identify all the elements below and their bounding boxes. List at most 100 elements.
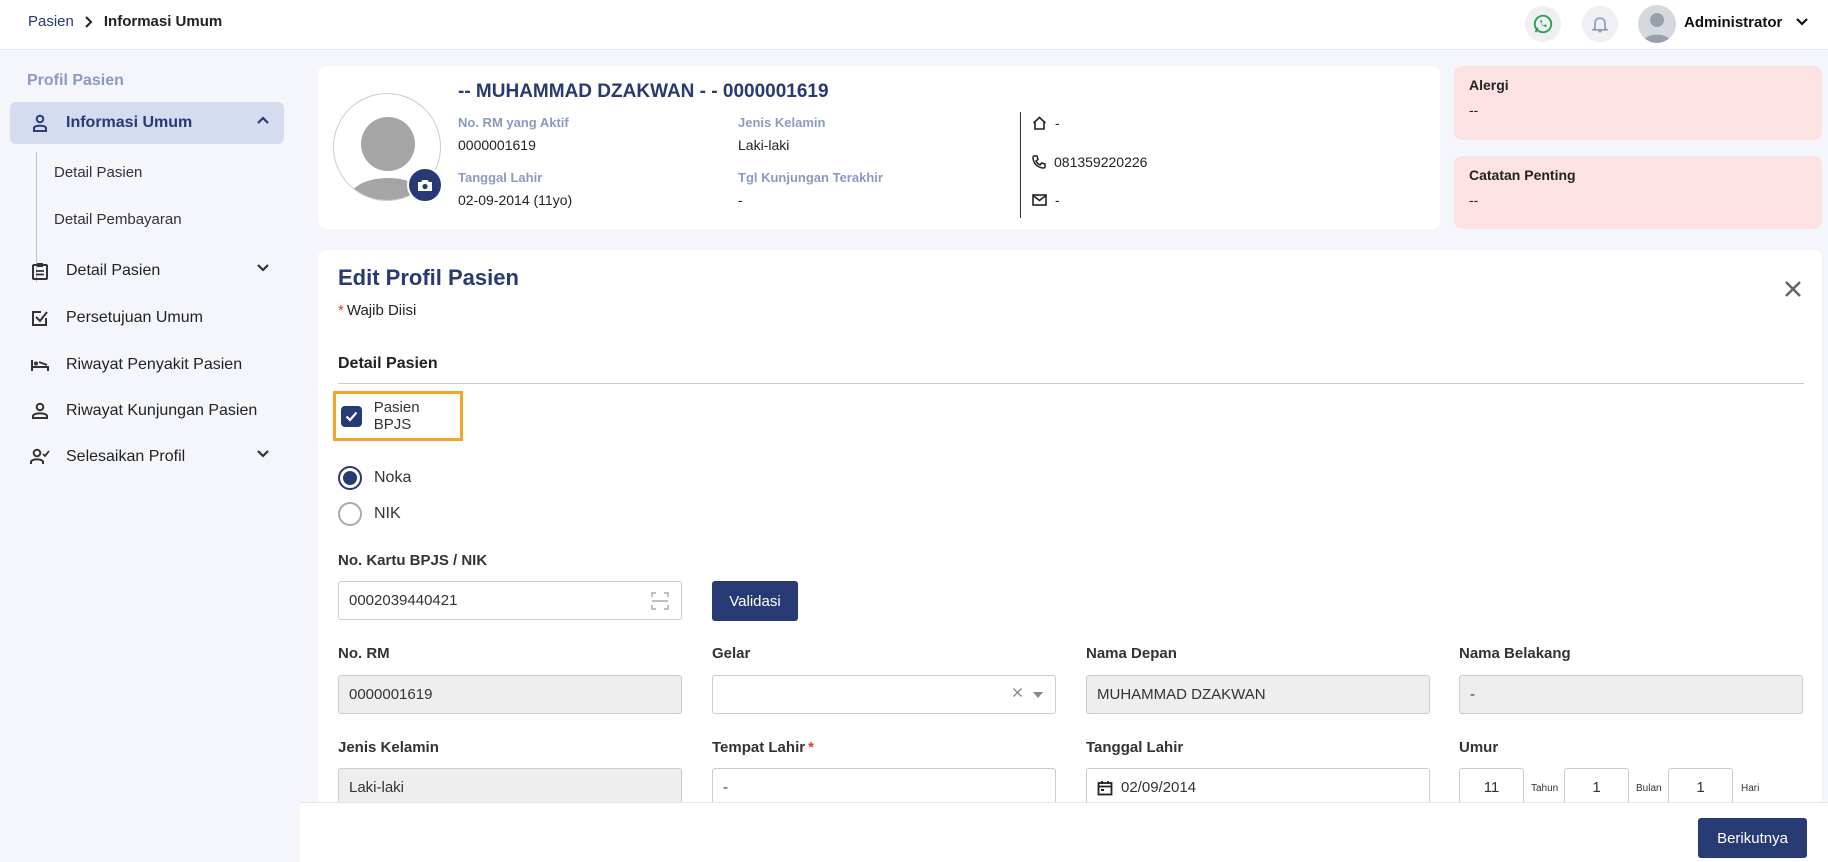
chevron-down-icon[interactable] [256,263,270,273]
sidebar-subitem-detail-pasien[interactable]: Detail Pasien [54,164,142,181]
section-divider [338,383,1804,384]
chevron-up-icon[interactable] [256,115,270,125]
required-note: * Wajib Diisi [338,302,417,319]
age-months-unit: Bulan [1636,783,1662,794]
card-number-input[interactable]: 0002039440421 [338,581,682,620]
first-name-value: MUHAMMAD DZAKWAN [1097,686,1266,703]
gender-label: Jenis Kelamin [338,739,439,756]
last-visit-value: - [738,192,743,208]
notes-value: -- [1469,192,1479,208]
sidebar-item-selesaikan-profil[interactable]: Selesaikan Profil [10,436,284,478]
allergy-value: -- [1469,102,1479,118]
card-number-label: No. Kartu BPJS / NIK [338,552,488,569]
dob-label: Tanggal Lahir [458,170,543,185]
notification-button[interactable] [1582,6,1618,42]
dob-value: 02-09-2014 (11yo) [458,192,573,208]
notes-title: Catatan Penting [1469,167,1576,183]
change-photo-button[interactable] [407,167,443,203]
first-name-input[interactable]: MUHAMMAD DZAKWAN [1086,675,1430,714]
person-icon [30,113,50,133]
person-check-icon [30,447,50,467]
bell-icon [1590,14,1610,34]
last-name-label: Nama Belakang [1459,645,1571,662]
rm-input-value: 0000001619 [349,686,433,703]
bed-icon [30,355,50,375]
section-title: Detail Pasien [338,355,438,372]
radio-label: Noka [374,469,412,486]
rm-input[interactable]: 0000001619 [338,675,682,714]
age-years-unit: Tahun [1531,783,1559,794]
radio-label: NIK [374,505,401,522]
next-button[interactable]: Berikutnya [1698,818,1807,858]
sidebar-item-informasi-umum[interactable]: Informasi Umum [10,102,284,144]
scan-icon[interactable] [651,592,669,610]
important-notes-panel: Catatan Penting -- [1454,156,1822,229]
user-name[interactable]: Administrator [1684,14,1782,31]
title-select[interactable] [712,675,1056,714]
sidebar-title: Profil Pasien [27,72,124,89]
sidebar-item-label: Detail Pasien [66,262,161,279]
sidebar-item-label: Riwayat Kunjungan Pasien [66,402,258,419]
last-name-value: - [1470,686,1475,703]
bpjs-checkbox[interactable] [341,405,362,427]
birthplace-value: - [723,779,728,796]
radio-noka[interactable]: Noka [338,466,411,490]
title-label: Gelar [712,645,751,662]
dob-label: Tanggal Lahir [1086,739,1184,756]
sidebar-subitem-detail-pembayaran[interactable]: Detail Pembayaran [54,211,182,228]
radio-nik[interactable]: NIK [338,502,401,526]
sidebar-item-label: Selesaikan Profil [66,448,186,465]
phone-row: 081359220226 [1032,154,1147,170]
last-visit-label: Tgl Kunjungan Terakhir [738,170,883,185]
chevron-down-icon[interactable] [256,449,270,459]
sidebar-item-detail-pasien[interactable]: Detail Pasien [10,250,284,292]
gender-value: Laki-laki [349,779,405,796]
caret-down-icon[interactable] [1033,692,1043,698]
email-value: - [1055,192,1060,208]
age-days-unit: Hari [1741,783,1760,794]
sidebar-item-label: Informasi Umum [66,114,193,131]
email-row: - [1032,192,1060,208]
breadcrumb-parent-link[interactable]: Pasien [28,13,74,30]
sidebar-item-riwayat-kunjungan[interactable]: Riwayat Kunjungan Pasien [10,390,284,432]
address-row: - [1032,115,1060,131]
sidebar-item-label: Riwayat Penyakit Pasien [66,356,243,373]
patient-summary-card: -- MUHAMMAD DZAKWAN - - 0000001619 No. R… [318,66,1440,229]
home-icon [1032,116,1055,130]
sidebar-item-label: Persetujuan Umum [66,309,203,326]
form-title: Edit Profil Pasien [338,265,519,290]
rm-label: No. RM [338,645,390,662]
card-number-value: 0002039440421 [349,592,458,609]
rm-value: 0000001619 [458,137,536,153]
last-name-input[interactable]: - [1459,675,1803,714]
phone-icon [1032,155,1054,169]
radio-button[interactable] [338,502,362,526]
sidebar-item-riwayat-penyakit[interactable]: Riwayat Penyakit Pasien [10,344,284,386]
whatsapp-button[interactable] [1525,6,1561,42]
birthplace-label: Tempat Lahir * [712,739,814,756]
allergy-panel: Alergi -- [1454,66,1822,140]
age-label: Umur [1459,739,1499,756]
avatar[interactable] [1638,5,1676,43]
chevron-down-icon[interactable] [1795,17,1809,27]
validate-button[interactable]: Validasi [712,581,798,621]
clear-icon[interactable] [1012,687,1023,698]
phone-value: 081359220226 [1054,154,1148,170]
address-value: - [1055,115,1060,131]
top-bar: Pasien Informasi Umum Administrator [0,0,1828,50]
sidebar-item-persetujuan-umum[interactable]: Persetujuan Umum [10,297,284,339]
close-icon[interactable] [1784,280,1802,298]
mail-icon [1032,194,1055,206]
calendar-icon[interactable] [1097,780,1113,796]
gender-value: Laki-laki [738,137,790,153]
breadcrumb-current: Informasi Umum [103,13,223,30]
dob-value: 02/09/2014 [1121,779,1197,796]
divider [1020,112,1021,218]
checkbox-icon [30,308,50,328]
bpjs-checkbox-wrapper[interactable]: Pasien BPJS [333,391,463,441]
clipboard-icon [30,261,50,281]
bpjs-checkbox-label: Pasien BPJS [373,399,420,433]
patient-name: -- MUHAMMAD DZAKWAN - - 0000001619 [458,81,829,102]
breadcrumb: Pasien Informasi Umum [28,13,222,30]
radio-button-selected[interactable] [338,466,362,490]
